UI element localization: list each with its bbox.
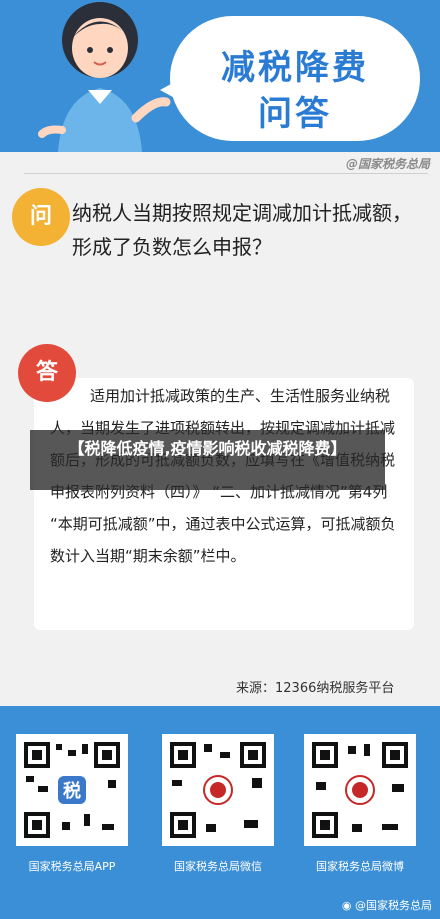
- qr-label-app: 国家税务总局APP: [28, 860, 116, 873]
- weibo-handle-text: @国家税务总局: [355, 899, 432, 912]
- weibo-handle: ◉ @国家税务总局: [342, 897, 432, 913]
- qr-code-icon: [168, 740, 268, 840]
- news-caption-overlay: 【税降低疫情,疫情影响税收减税降费】: [30, 430, 385, 490]
- qr-code-weibo[interactable]: [304, 734, 416, 846]
- qr-label-weibo: 国家税务总局微博: [316, 860, 404, 873]
- banner-title-line1: 减税降费: [221, 48, 369, 88]
- brand-watermark: @国家税务总局: [345, 157, 430, 171]
- question-text: 纳税人当期按照规定调减加计抵减额，形成了负数怎么申报？: [72, 201, 412, 259]
- weibo-icon: ◉: [341, 899, 355, 912]
- header-banner: 减税降费 问答: [0, 0, 440, 152]
- presenter-girl-illustration: [38, 2, 171, 152]
- qr-label-wechat: 国家税务总局微信: [174, 860, 262, 873]
- qr-code-wechat[interactable]: [162, 734, 274, 846]
- divider: [24, 173, 428, 174]
- source-credit: 来源：12366纳税服务平台: [236, 681, 395, 696]
- qr-code-icon: 税: [22, 740, 122, 840]
- banner-title-line2: 问答: [258, 94, 332, 134]
- qr-code-icon: [310, 740, 410, 840]
- qr-code-app[interactable]: 税: [16, 734, 128, 846]
- question-badge: 问: [12, 188, 70, 246]
- svg-text:税: 税: [63, 780, 81, 802]
